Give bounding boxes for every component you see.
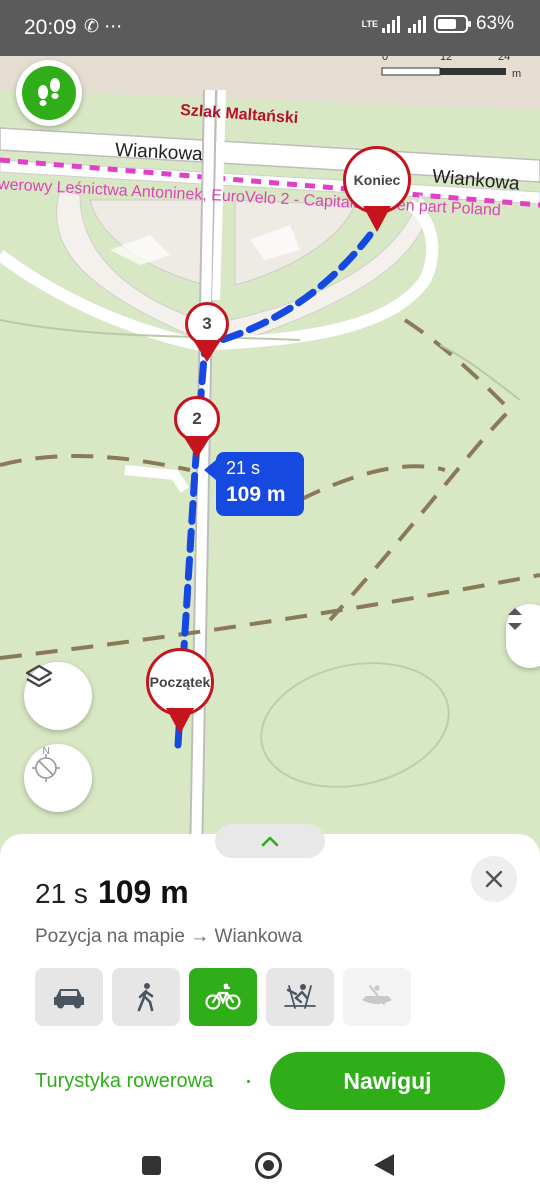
chevron-up-icon	[261, 836, 279, 847]
up-down-arrows-icon	[508, 608, 522, 630]
route-description: Pozycja na mapie → Wiankowa	[35, 926, 303, 947]
mode-boat-button[interactable]	[343, 968, 411, 1026]
back-button[interactable]	[374, 1154, 394, 1176]
status-time: 20:09	[24, 16, 77, 39]
bicycle-icon	[205, 983, 241, 1010]
transport-modes	[35, 968, 411, 1026]
mode-bicycle-button[interactable]	[189, 968, 257, 1026]
map-view[interactable]: 0 12 24 m Szlak Maltański Wiankowa Wiank…	[0, 0, 540, 860]
close-button[interactable]	[471, 856, 517, 902]
map-canvas	[0, 0, 540, 860]
status-bar: 20:09 ✆ ⋯ LTE 63%	[0, 0, 540, 56]
battery-percent: 63%	[475, 13, 514, 34]
route-distance: 109 m	[97, 874, 189, 910]
system-nav-bar	[0, 1134, 540, 1200]
close-icon	[485, 870, 503, 888]
home-button[interactable]	[255, 1152, 282, 1179]
route-time: 21 s	[35, 878, 88, 909]
walk-icon	[137, 983, 154, 1012]
end-marker-label: Koniec	[343, 146, 411, 214]
route-callout: 21 s 109 m	[204, 452, 304, 516]
route-sheet: 21 s 109 m Pozycja na mapie → Wiankowa T…	[0, 824, 540, 1134]
zoom-adjust-button[interactable]	[506, 604, 540, 668]
route-profile-selector[interactable]: Turystyka rowerowa	[35, 1070, 213, 1093]
profile-dot	[247, 1080, 250, 1083]
navigate-button[interactable]: Nawiguj	[270, 1052, 505, 1110]
ski-icon	[284, 984, 316, 1009]
footprints-icon	[38, 78, 60, 106]
layers-icon	[25, 664, 53, 688]
notification-icons: ✆ ⋯	[84, 16, 123, 36]
battery-icon	[433, 15, 471, 33]
compass-icon: N	[32, 746, 60, 782]
car-icon	[54, 989, 84, 1009]
street-label-left: Wiankowa	[114, 139, 204, 166]
route-summary: 21 s 109 m	[35, 874, 189, 911]
mode-walk-button[interactable]	[112, 968, 180, 1026]
recent-apps-button[interactable]	[142, 1156, 161, 1175]
mode-ski-button[interactable]	[266, 968, 334, 1026]
mode-car-button[interactable]	[35, 968, 103, 1026]
map-layers-button[interactable]	[24, 662, 92, 730]
callout-distance: 109 m	[226, 483, 286, 506]
signal-1-icon	[381, 15, 400, 33]
expand-sheet-handle[interactable]	[215, 824, 325, 858]
mapy-logo-button[interactable]	[16, 60, 82, 126]
callout-time: 21 s	[226, 458, 261, 478]
network-type: LTE	[361, 18, 378, 29]
boat-icon	[362, 985, 392, 1005]
start-marker-label: Początek	[146, 648, 214, 716]
compass-button[interactable]: N	[24, 744, 92, 812]
signal-2-icon	[407, 15, 426, 33]
scale-unit: m	[512, 68, 521, 80]
